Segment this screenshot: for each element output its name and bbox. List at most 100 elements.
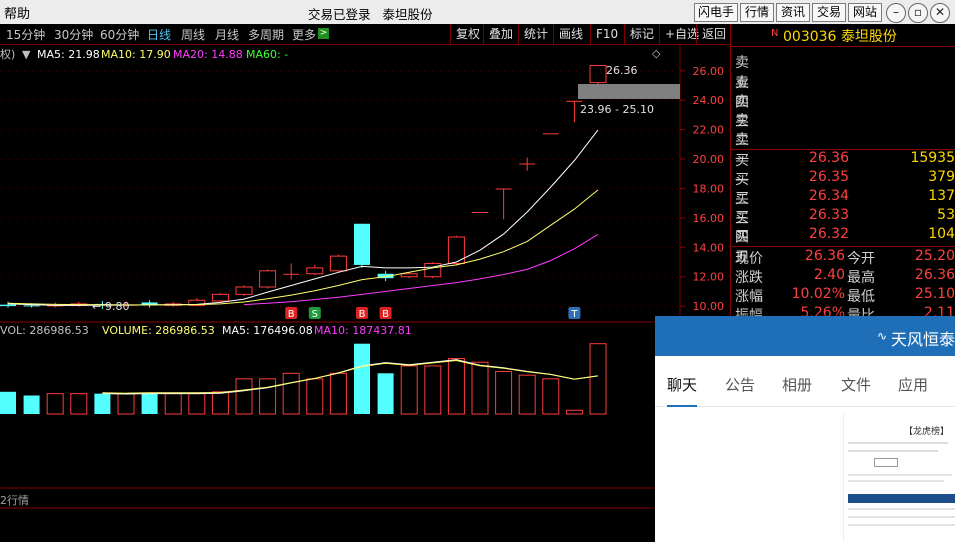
grid-dot [120,188,121,190]
toolbar-mark-button[interactable]: 标记 [624,24,659,44]
grid-dot [104,70,105,72]
candles[interactable] [0,65,607,310]
chat-tab-files[interactable]: 文件 [841,374,871,395]
chat-tab-album[interactable]: 相册 [782,374,812,395]
grid-dot [72,188,73,190]
toolbar-draw-button[interactable]: 画线 [553,24,588,44]
grid-dot [648,129,649,131]
grid-dot [168,217,169,219]
grid-dot [216,247,217,249]
toolbar-restore-rights-button[interactable]: 复权 [450,24,485,44]
chat-document-preview[interactable]: 【龙虎榜】 [843,414,955,542]
grid-dot [456,100,457,102]
flash-trade-button[interactable]: 闪电手 [694,3,738,22]
grid-dot [624,188,625,190]
grid-dot [40,159,41,161]
grid-dot [592,100,593,102]
toolbar-stats-button[interactable]: 统计 [518,24,553,44]
grid-dot [552,159,553,161]
period-tab-weekly[interactable]: 周线 [181,26,205,43]
chat-tab-notice[interactable]: 公告 [725,374,755,395]
grid-dot [72,217,73,219]
grid-dot [168,159,169,161]
period-tab-daily[interactable]: 日线 [147,26,171,43]
toolbar-back-button[interactable]: 返回 [696,24,731,44]
grid-dot [392,159,393,161]
more-arrow-icon[interactable]: > [318,28,329,39]
volume-bar [164,393,182,415]
period-tab-monthly[interactable]: 月线 [215,26,239,43]
grid-dot [408,100,409,102]
close-icon[interactable]: ✕ [930,3,950,23]
grid-dot [8,159,9,161]
minimize-icon[interactable]: – [886,3,906,23]
period-tab-15min[interactable]: 15分钟 [6,26,45,43]
marker-s-icon: S [308,307,321,320]
restore-icon[interactable]: ▫ [908,3,928,23]
grid-dot [472,217,473,219]
grid-dot [304,306,305,308]
grid-dot [80,70,81,72]
trade-button[interactable]: 交易 [812,3,846,22]
toolbar-f10-button[interactable]: F10 [590,24,623,44]
chat-tab-apps[interactable]: 应用 [898,374,928,395]
grid-dot [112,129,113,131]
grid-dot [368,70,369,72]
grid-dot [8,276,9,278]
grid-dot [312,100,313,102]
trade-markers[interactable]: BSBBT [285,307,581,320]
chat-tab-chat[interactable]: 聊天 [667,374,698,407]
period-tab-more[interactable]: 更多 [292,26,316,43]
grid-dot [232,70,233,72]
chart-settings-icon[interactable]: ◇ [652,47,661,60]
quotes-button[interactable]: 行情 [740,3,774,22]
grid-dot [208,100,209,102]
grid-dot [248,306,249,308]
grid-dot [272,70,273,72]
grid-dot [192,247,193,249]
stat-row-2: 涨跌 2.40 最高 26.36 [735,267,955,286]
exchange-badge: N [771,28,779,39]
stock-name: 泰坦股份 [840,29,897,45]
grid-dot [408,159,409,161]
grid-dot [256,276,257,278]
grid-dot [56,129,57,131]
volume-bars[interactable] [0,343,607,415]
grid-dot [416,100,417,102]
grid-dot [504,217,505,219]
grid-dot [368,276,369,278]
grid-dot [376,159,377,161]
grid-dot [600,159,601,161]
grid-dot [400,217,401,219]
grid-dot [88,188,89,190]
grid-dot [424,159,425,161]
grid-dot [648,247,649,249]
news-button[interactable]: 资讯 [776,3,810,22]
grid-dot [160,276,161,278]
grid-dot [32,70,33,72]
period-tab-60min[interactable]: 60分钟 [100,26,139,43]
ma5-line [7,129,599,306]
ma-legend-arrow-icon[interactable]: ▼ [22,48,31,61]
period-tab-30min[interactable]: 30分钟 [54,26,93,43]
grid-dot [360,129,361,131]
price-tick-label: 14.00 [693,241,725,254]
grid-dot [296,217,297,219]
grid-dot [192,70,193,72]
website-button[interactable]: 网站 [848,3,882,22]
grid-dot [480,70,481,72]
grid-dot [520,247,521,249]
kline-chart[interactable]: 权) ▼ MA5: 21.98 MA10: 17.90 MA20: 14.88 … [0,44,730,542]
period-tab-multi[interactable]: 多周期 [248,26,284,43]
grid-dot [160,129,161,131]
grid-dot [640,217,641,219]
volume-bar [495,370,513,415]
grid-dot [336,306,337,308]
help-menu[interactable]: 帮助 [4,3,30,22]
grid-dot [632,306,633,308]
grid-dot [312,217,313,219]
grid-dot [120,247,121,249]
grid-dot [464,276,465,278]
grid-dot [576,217,577,219]
toolbar-overlay-button[interactable]: 叠加 [483,24,518,44]
